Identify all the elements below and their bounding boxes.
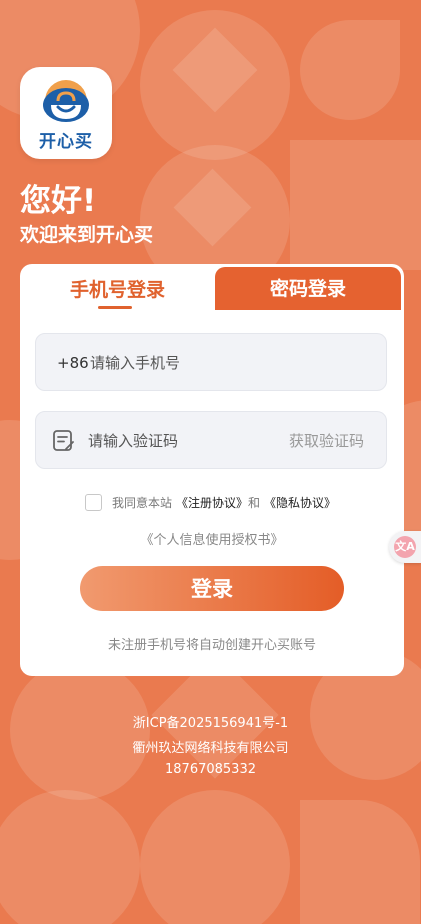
bg-circle [140, 790, 290, 924]
country-code[interactable]: +86 [57, 334, 89, 392]
user-agreement-link[interactable]: 《注册协议》 [176, 494, 248, 511]
contact-phone: 18767085332 [165, 762, 256, 777]
bg-circle [0, 790, 140, 924]
personal-info-link[interactable]: 《个人信息使用授权书》 [20, 529, 404, 548]
translate-icon: 文A [394, 536, 416, 558]
get-code-button[interactable]: 获取验证码 [289, 412, 364, 470]
login-button[interactable]: 登录 [80, 566, 344, 611]
bg-square [290, 140, 421, 270]
logo-text: 开心买 [39, 132, 93, 152]
phone-field: +86 [35, 333, 387, 392]
icp-number: 浙ICP备2025156941号-1 [132, 716, 289, 731]
agreement-and: 和 [248, 496, 261, 510]
tab-password-login[interactable]: 密码登录 [215, 267, 401, 310]
company-name: 衢州玖达网络科技有限公司 [132, 741, 289, 756]
agree-checkbox[interactable] [85, 494, 102, 511]
app-logo: 开心买 [20, 67, 112, 159]
document-edit-icon [53, 430, 74, 451]
welcome-subtitle: 欢迎来到开心买 [20, 224, 154, 246]
active-tab-indicator [98, 306, 132, 309]
phone-input[interactable] [88, 334, 372, 392]
agreement-row: 我同意本站 《注册协议》 和 《隐私协议》 [85, 494, 336, 511]
verification-code-field: 获取验证码 [35, 411, 387, 470]
tab-sms-login[interactable]: 手机号登录 [20, 264, 215, 310]
translate-button[interactable]: 文A [389, 531, 421, 563]
greeting-title: 您好! [20, 183, 97, 219]
auto-register-hint: 未注册手机号将自动创建开心买账号 [107, 638, 316, 653]
login-card: 手机号登录 密码登录 +86 获取验证码 我同意本站 《注册协议》 和 《隐私协… [20, 264, 404, 676]
agreement-prefix: 我同意本站 [112, 496, 173, 510]
bg-leaf [300, 20, 400, 120]
bg-leaf [300, 800, 420, 924]
verification-code-input[interactable] [86, 412, 260, 470]
privacy-policy-link[interactable]: 《隐私协议》 [264, 494, 336, 511]
shopping-bag-icon [43, 80, 89, 122]
